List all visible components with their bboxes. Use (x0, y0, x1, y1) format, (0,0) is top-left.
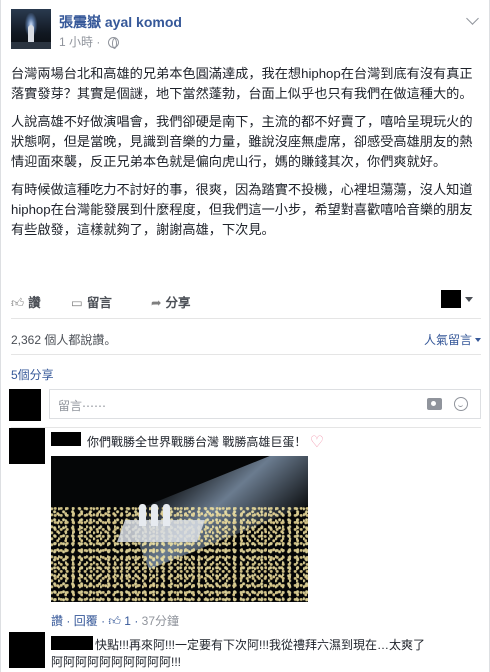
globe-icon (107, 37, 119, 49)
comment-actions: 讚 · 回覆 · 👍︎ 1 · 37分鐘 (51, 612, 179, 629)
commenter-avatar[interactable] (9, 428, 45, 464)
share-arrow-icon: ➦ (151, 296, 162, 310)
performer-graphic (151, 504, 158, 526)
post-paragraph: 人說高雄不好做演唱會，我們卻硬是南下，主流的都不好賣了，嘻哈呈現玩火的狀態啊，但… (11, 114, 473, 169)
author-name[interactable]: 張震嶽 ayal komod (59, 12, 182, 32)
chevron-down-icon[interactable] (466, 12, 479, 25)
comment-input[interactable]: 留言⋯⋯ (49, 389, 481, 419)
speech-bubble-icon: ▭ (71, 296, 83, 310)
comment-body-continued: 阿阿阿阿阿阿阿阿阿阿!!! (51, 655, 182, 669)
divider (11, 318, 481, 319)
redacted-commenter-name[interactable] (51, 432, 81, 446)
facebook-post: 張震嶽 ayal komod 1 小時 · 台灣兩場台北和高雄的兄弟本色圓滿達成… (0, 0, 490, 672)
shares-count[interactable]: 5個分享 (11, 366, 54, 383)
camera-icon[interactable] (427, 398, 442, 410)
comment-text: 你們戰勝全世界戰勝台灣 戰勝高雄巨蛋！ ♡ (87, 432, 324, 452)
comment-body: 快點!!!再來阿!!!一定要有下次阿!!!我從禮拜六濕到現在…太爽了 (95, 638, 426, 652)
stage-graphic (116, 520, 206, 542)
heart-icon: ♡ (309, 434, 325, 451)
separator: · (134, 614, 142, 628)
comment-placeholder: 留言⋯⋯ (58, 399, 107, 413)
share-label: 分享 (165, 296, 191, 310)
thumbs-up-icon: 👍︎ (108, 614, 121, 628)
comment-label: 留言 (86, 296, 112, 310)
post-actions-bar: 👍︎ 讚 ▭ 留言 ➦ 分享 (1, 288, 490, 312)
likes-summary: 2,362 個人都說讚。 人氣留言 (11, 331, 481, 348)
post-paragraph: 有時候做這種吃力不討好的事，很爽，因為踏實不投機，心裡坦蕩蕩，沒人知道hipho… (11, 182, 473, 237)
post-meta: 1 小時 · (59, 33, 119, 50)
stage-graphic (11, 42, 51, 49)
likes-count[interactable]: 2,362 個人都說讚。 (11, 333, 116, 347)
post-body: 台灣兩場台北和高雄的兄弟本色圓滿達成，我在想hiphop在台灣到底有沒有真正落實… (11, 64, 479, 248)
author-avatar[interactable] (11, 9, 51, 49)
share-button[interactable]: ➦ 分享 (151, 292, 191, 311)
comment-like-link[interactable]: 讚 (51, 614, 63, 628)
comment-button[interactable]: ▭ 留言 (71, 292, 112, 311)
share-audience-avatar[interactable] (441, 290, 461, 308)
comment-time[interactable]: 37分鐘 (142, 614, 179, 628)
comment-like-count[interactable]: 1 (124, 614, 131, 628)
redacted-commenter-name[interactable] (51, 636, 93, 650)
viewer-avatar (9, 389, 41, 421)
comment-photo[interactable] (51, 456, 308, 602)
post-time[interactable]: 1 小時 (59, 35, 93, 49)
separator: · (66, 614, 74, 628)
divider (11, 354, 481, 355)
divider (11, 427, 481, 428)
like-label: 讚 (28, 296, 41, 310)
performer-graphic (28, 25, 34, 43)
comment-sort-dropdown[interactable]: 人氣留言 (424, 331, 481, 348)
separator: · (96, 35, 104, 49)
post-paragraph: 台灣兩場台北和高雄的兄弟本色圓滿達成，我在想hiphop在台灣到底有沒有真正落實… (11, 66, 473, 101)
thumbs-up-icon: 👍︎ (11, 296, 25, 310)
commenter-avatar[interactable] (9, 632, 45, 668)
sort-label: 人氣留言 (423, 333, 472, 347)
performer-graphic (163, 504, 170, 526)
comment-reply-link[interactable]: 回覆 (74, 614, 98, 628)
emoji-icon[interactable] (454, 397, 468, 411)
comment-body: 你們戰勝全世界戰勝台灣 戰勝高雄巨蛋！ (87, 435, 307, 449)
caret-down-icon[interactable] (465, 297, 473, 302)
like-button[interactable]: 👍︎ 讚 (11, 292, 41, 311)
performer-graphic (139, 504, 146, 526)
caret-down-icon (475, 338, 481, 342)
